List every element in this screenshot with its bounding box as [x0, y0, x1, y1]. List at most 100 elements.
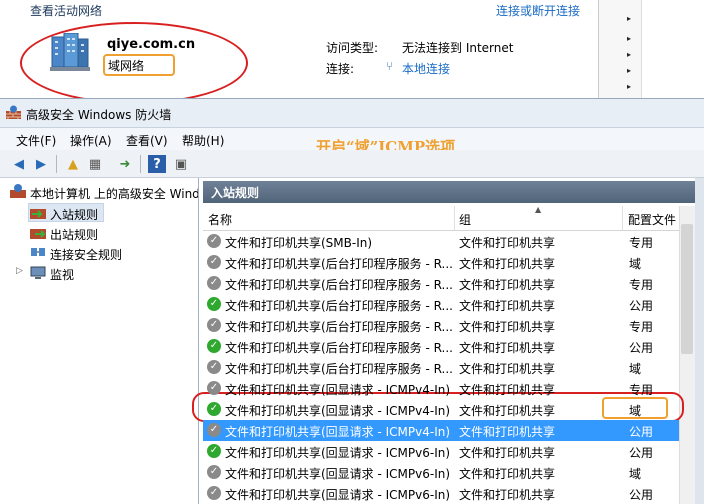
section-title: 查看活动网络	[30, 4, 103, 18]
network-adapter-icon: ⑂	[386, 59, 394, 73]
gray-circle-icon: ✓	[207, 423, 221, 437]
check-circle-icon: ✓	[207, 402, 221, 416]
arrow-right-icon[interactable]: ▸	[627, 50, 631, 59]
connect-disconnect-link[interactable]: 连接或断开连接	[496, 2, 580, 19]
table-row[interactable]: ✓ 文件和打印机共享(回显请求 - ICMPv6-In) 文件和打印机共享 公用	[203, 441, 679, 462]
rule-profile: 公用	[629, 446, 654, 460]
toolbar	[0, 150, 704, 178]
connection-security-icon	[31, 248, 45, 256]
rule-profile: 域	[629, 404, 642, 418]
column-separator[interactable]	[454, 206, 455, 230]
right-panel-edge	[641, 0, 704, 98]
window-title: 高级安全 Windows 防火墙	[26, 108, 172, 122]
rule-group: 文件和打印机共享	[459, 341, 556, 355]
tree-root[interactable]: 本地计算机 上的高级安全 Wind	[30, 185, 198, 202]
firewall-icon	[6, 105, 21, 119]
rule-group: 文件和打印机共享	[459, 446, 556, 460]
network-highlight-oval	[20, 22, 248, 104]
gray-circle-icon: ✓	[207, 465, 221, 479]
table-row[interactable]: ✓ 文件和打印机共享(后台打印程序服务 - R... 文件和打印机共享 专用	[203, 315, 679, 336]
rule-group: 文件和打印机共享	[459, 362, 556, 376]
menu-file[interactable]: 文件(F)	[16, 132, 56, 149]
rule-profile: 专用	[629, 236, 654, 250]
column-group[interactable]: 组	[459, 211, 471, 228]
gray-circle-icon: ✓	[207, 360, 221, 374]
forward-icon[interactable]: ▶	[32, 155, 50, 173]
rule-name: 文件和打印机共享(回显请求 - ICMPv6-In)	[225, 446, 451, 460]
table-row[interactable]: ✓ 文件和打印机共享(回显请求 - ICMPv4-In) 文件和打印机共享 域	[203, 399, 679, 420]
menu-view[interactable]: 查看(V)	[126, 132, 168, 149]
inbound-rules-icon	[30, 209, 46, 219]
check-circle-icon: ✓	[207, 444, 221, 458]
column-header-row	[203, 206, 679, 231]
rule-group: 文件和打印机共享	[459, 383, 556, 397]
rule-profile: 专用	[629, 278, 654, 292]
arrow-right-icon[interactable]: ▸	[627, 14, 631, 23]
pane-title: 入站规则	[211, 186, 260, 200]
rule-group: 文件和打印机共享	[459, 467, 556, 481]
rule-name: 文件和打印机共享(后台打印程序服务 - R...	[225, 278, 453, 292]
arrow-right-icon[interactable]: ▸	[627, 82, 631, 91]
table-row[interactable]: ✓ 文件和打印机共享(后台打印程序服务 - R... 文件和打印机共享 公用	[203, 294, 679, 315]
connection-link[interactable]: 本地连接	[402, 60, 450, 77]
table-row[interactable]: ✓ 文件和打印机共享(后台打印程序服务 - R... 文件和打印机共享 公用	[203, 336, 679, 357]
check-circle-icon: ✓	[207, 297, 221, 311]
gray-circle-icon: ✓	[207, 381, 221, 395]
expand-icon[interactable]: ▷	[16, 266, 23, 276]
up-folder-icon[interactable]: ▲	[64, 155, 82, 173]
side-scroll-strip[interactable]: ▸ ▸ ▸ ▸ ▸	[598, 0, 641, 98]
column-separator[interactable]	[622, 206, 623, 230]
menu-action[interactable]: 操作(A)	[70, 132, 112, 149]
action-pane-icon[interactable]: ▣	[172, 155, 190, 173]
back-icon[interactable]: ◀	[10, 155, 28, 173]
rule-name: 文件和打印机共享(回显请求 - ICMPv4-In)	[225, 383, 451, 397]
scrollbar-thumb[interactable]	[681, 224, 693, 354]
table-row[interactable]: ✓ 文件和打印机共享(回显请求 - ICMPv4-In) 文件和打印机共享 专用	[203, 378, 679, 399]
rule-group: 文件和打印机共享	[459, 278, 556, 292]
rule-name: 文件和打印机共享(后台打印程序服务 - R...	[225, 320, 453, 334]
rule-name: 文件和打印机共享(后台打印程序服务 - R...	[225, 257, 453, 271]
tree-item-inbound[interactable]: 入站规则	[50, 206, 98, 223]
show-hide-tree-icon[interactable]: ▦	[86, 155, 104, 173]
export-icon[interactable]: ➜	[116, 155, 134, 173]
column-name[interactable]: 名称	[208, 211, 232, 228]
rule-profile: 专用	[629, 383, 654, 397]
rule-group: 文件和打印机共享	[459, 257, 556, 271]
gray-circle-icon: ✓	[207, 486, 221, 500]
connection-label: 连接:	[326, 62, 355, 76]
rule-profile: 公用	[629, 341, 654, 355]
pane-header: 入站规则	[203, 181, 695, 203]
menu-help[interactable]: 帮助(H)	[182, 132, 224, 149]
help-icon[interactable]: ?	[148, 155, 166, 173]
rule-profile: 公用	[629, 488, 654, 502]
firewall-icon	[10, 184, 26, 198]
table-row[interactable]: ✓ 文件和打印机共享(回显请求 - ICMPv4-In) 文件和打印机共享 公用	[203, 420, 679, 441]
window-edge	[695, 178, 704, 504]
rule-name: 文件和打印机共享(回显请求 - ICMPv6-In)	[225, 488, 451, 502]
arrow-right-icon[interactable]: ▸	[627, 34, 631, 43]
rule-name: 文件和打印机共享(后台打印程序服务 - R...	[225, 341, 453, 355]
table-row[interactable]: ✓ 文件和打印机共享(后台打印程序服务 - R... 文件和打印机共享 域	[203, 357, 679, 378]
rule-name: 文件和打印机共享(回显请求 - ICMPv4-In)	[225, 425, 451, 439]
column-profile[interactable]: 配置文件	[628, 211, 678, 228]
check-circle-icon: ✓	[207, 339, 221, 353]
gray-circle-icon: ✓	[207, 234, 221, 248]
table-row[interactable]: ✓ 文件和打印机共享(后台打印程序服务 - R... 文件和打印机共享 专用	[203, 273, 679, 294]
arrow-right-icon[interactable]: ▸	[627, 66, 631, 75]
rule-name: 文件和打印机共享(回显请求 - ICMPv4-In)	[225, 404, 451, 418]
rule-name: 文件和打印机共享(回显请求 - ICMPv6-In)	[225, 467, 451, 481]
access-type-label: 访问类型:	[326, 41, 379, 55]
rule-group: 文件和打印机共享	[459, 488, 556, 502]
tree-item-connection-security[interactable]: 连接安全规则	[50, 246, 122, 263]
table-row[interactable]: ✓ 文件和打印机共享(SMB-In) 文件和打印机共享 专用	[203, 231, 679, 252]
table-row[interactable]: ✓ 文件和打印机共享(回显请求 - ICMPv6-In) 文件和打印机共享 公用	[203, 483, 679, 504]
gray-circle-icon: ✓	[207, 276, 221, 290]
rule-group: 文件和打印机共享	[459, 236, 556, 250]
table-row[interactable]: ✓ 文件和打印机共享(回显请求 - ICMPv6-In) 文件和打印机共享 域	[203, 462, 679, 483]
tree-item-outbound[interactable]: 出站规则	[50, 226, 98, 243]
rule-group: 文件和打印机共享	[459, 404, 556, 418]
tree-item-monitoring[interactable]: 监视	[50, 266, 74, 283]
table-row[interactable]: ✓ 文件和打印机共享(后台打印程序服务 - R... 文件和打印机共享 域	[203, 252, 679, 273]
rule-group: 文件和打印机共享	[459, 320, 556, 334]
rule-group: 文件和打印机共享	[459, 299, 556, 313]
